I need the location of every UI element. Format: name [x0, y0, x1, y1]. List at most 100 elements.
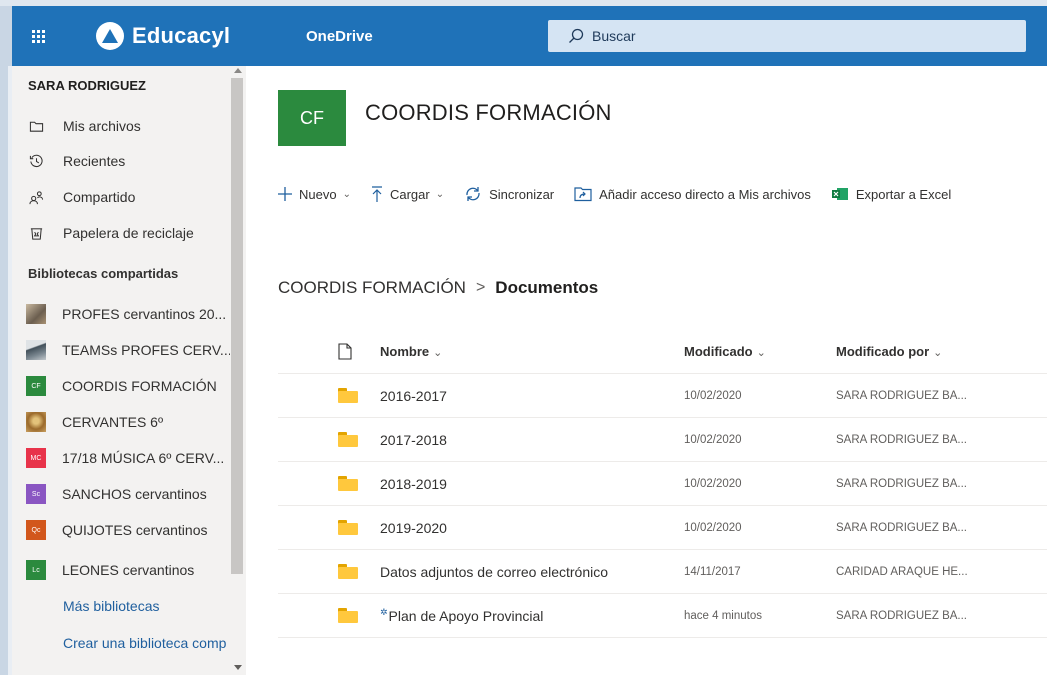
- name-header-label: Nombre: [380, 344, 430, 359]
- left-nav: SARA RODRIGUEZ Mis archivos Recientes Co…: [0, 66, 246, 675]
- library-label: PROFES cervantinos 20...: [62, 306, 227, 322]
- chevron-down-icon: ⌄: [342, 188, 351, 200]
- modified-by: CARIDAD ARAQUE HE...: [836, 565, 968, 578]
- folder-cell: [278, 564, 380, 579]
- scroll-up-icon[interactable]: [234, 68, 242, 73]
- file-name[interactable]: 2016-2017: [380, 388, 684, 404]
- file-type-header[interactable]: [278, 343, 380, 360]
- sync-button[interactable]: Sincronizar: [464, 186, 554, 202]
- nav-label: Papelera de reciclaje: [63, 225, 194, 241]
- modified-by: SARA RODRIGUEZ BA...: [836, 477, 967, 490]
- library-label: QUIJOTES cervantinos: [62, 522, 208, 538]
- folder-icon: [338, 388, 358, 403]
- more-libraries-link[interactable]: Más bibliotecas: [63, 598, 160, 614]
- modified-by: SARA RODRIGUEZ BA...: [836, 609, 967, 622]
- upload-icon: [371, 186, 383, 202]
- folder-icon: [338, 520, 358, 535]
- brand[interactable]: Educacyl: [96, 6, 230, 66]
- nav-recientes[interactable]: Recientes: [28, 149, 125, 173]
- modified-by-column-header[interactable]: Modificado por ⌄: [836, 344, 1036, 359]
- shared-libraries-heading: Bibliotecas compartidas: [28, 266, 179, 281]
- waffle-icon: [31, 29, 45, 43]
- sync-label: Sincronizar: [489, 186, 555, 202]
- user-name: SARA RODRIGUEZ: [28, 78, 146, 93]
- app-launcher-button[interactable]: [14, 6, 62, 66]
- chevron-down-icon: ⌄: [433, 347, 443, 359]
- search-placeholder: Buscar: [592, 28, 636, 44]
- library-item[interactable]: MC 17/18 MÚSICA 6º CERV...: [26, 446, 224, 470]
- nav-papelera[interactable]: Papelera de reciclaje: [28, 221, 194, 245]
- search-icon: [569, 28, 584, 43]
- file-name[interactable]: Datos adjuntos de correo electrónico: [380, 564, 684, 580]
- library-item[interactable]: Qc QUIJOTES cervantinos: [26, 518, 208, 542]
- nav-mis-archivos[interactable]: Mis archivos: [28, 114, 141, 138]
- folder-icon: [338, 608, 358, 623]
- sidebar-scrollbar-thumb[interactable]: [231, 78, 243, 574]
- modified-by: SARA RODRIGUEZ BA...: [836, 389, 967, 402]
- table-row[interactable]: Datos adjuntos de correo electrónico 14/…: [278, 550, 1047, 594]
- library-label: LEONES cervantinos: [62, 562, 195, 578]
- library-photo-icon: [26, 340, 46, 360]
- chevron-down-icon: ⌄: [435, 188, 445, 200]
- nav-label: Compartido: [63, 189, 136, 205]
- nav-compartido[interactable]: Compartido: [28, 185, 135, 209]
- modified-date: 14/11/2017: [684, 565, 741, 578]
- modified-date: 10/02/2020: [684, 521, 742, 534]
- export-excel-button[interactable]: Exportar a Excel: [831, 187, 951, 202]
- table-row[interactable]: ✲Plan de Apoyo Provincial hace 4 minutos…: [278, 594, 1047, 638]
- document-icon: [338, 343, 352, 360]
- people-icon: [28, 189, 44, 205]
- library-label: 17/18 MÚSICA 6º CERV...: [62, 450, 225, 466]
- site-title[interactable]: COORDIS FORMACIÓN: [365, 100, 612, 126]
- plus-icon: [278, 187, 292, 201]
- file-name[interactable]: 2019-2020: [380, 520, 684, 536]
- folder-icon: [338, 432, 358, 447]
- library-item[interactable]: Sc SANCHOS cervantinos: [26, 482, 207, 506]
- new-button[interactable]: Nuevo ⌄: [278, 187, 351, 202]
- new-label: Nuevo: [299, 186, 337, 202]
- upload-label: Cargar: [389, 186, 430, 202]
- folder-cell: [278, 476, 380, 491]
- breadcrumb-parent[interactable]: COORDIS FORMACIÓN: [278, 278, 466, 298]
- library-label: COORDIS FORMACIÓN: [62, 378, 217, 394]
- breadcrumb-current[interactable]: Documentos: [495, 278, 598, 298]
- table-row[interactable]: 2019-2020 10/02/2020 SARA RODRIGUEZ BA..…: [278, 506, 1047, 550]
- folder-icon: [28, 118, 44, 134]
- chevron-down-icon: ⌄: [933, 347, 943, 359]
- create-library-link[interactable]: Crear una biblioteca comp: [63, 635, 226, 651]
- table-row[interactable]: 2017-2018 10/02/2020 SARA RODRIGUEZ BA..…: [278, 418, 1047, 462]
- library-item[interactable]: TEAMSs PROFES CERV...: [26, 338, 232, 362]
- folder-icon: [338, 564, 358, 579]
- folder-icon: [338, 476, 358, 491]
- library-item[interactable]: CERVANTES 6º: [26, 410, 163, 434]
- library-tile-icon: Qc: [26, 520, 46, 540]
- library-label: SANCHOS cervantinos: [62, 486, 207, 502]
- recycle-bin-icon: [28, 225, 44, 241]
- file-name[interactable]: 2018-2019: [380, 476, 684, 492]
- add-shortcut-icon: [574, 186, 592, 202]
- library-item[interactable]: CF COORDIS FORMACIÓN: [26, 374, 217, 398]
- app-name-link[interactable]: OneDrive: [306, 6, 373, 66]
- folder-cell: [278, 432, 380, 447]
- file-name: Plan de Apoyo Provincial: [388, 607, 544, 624]
- table-row[interactable]: 2018-2019 10/02/2020 SARA RODRIGUEZ BA..…: [278, 462, 1047, 506]
- new-item-icon: ✲: [380, 606, 388, 617]
- modified-date: 10/02/2020: [684, 433, 742, 446]
- file-name-cell[interactable]: ✲Plan de Apoyo Provincial: [380, 606, 684, 624]
- modified-column-header[interactable]: Modificado ⌄: [684, 344, 836, 359]
- name-column-header[interactable]: Nombre ⌄: [380, 344, 684, 359]
- search-box[interactable]: Buscar: [548, 20, 1026, 52]
- export-excel-label: Exportar a Excel: [855, 186, 952, 202]
- upload-button[interactable]: Cargar ⌄: [371, 186, 444, 202]
- modified-date: hace 4 minutos: [684, 609, 762, 622]
- scroll-down-icon[interactable]: [234, 665, 242, 670]
- top-bar: Educacyl OneDrive Buscar: [0, 0, 1047, 66]
- window-edge: [0, 66, 12, 675]
- library-item[interactable]: PROFES cervantinos 20...: [26, 302, 226, 326]
- add-shortcut-button[interactable]: Añadir acceso directo a Mis archivos: [574, 186, 811, 202]
- file-name[interactable]: 2017-2018: [380, 432, 684, 448]
- library-item[interactable]: Lc LEONES cervantinos: [26, 558, 194, 582]
- library-tile-icon: Sc: [26, 484, 46, 504]
- table-row[interactable]: 2016-2017 10/02/2020 SARA RODRIGUEZ BA..…: [278, 374, 1047, 418]
- folder-cell: [278, 388, 380, 403]
